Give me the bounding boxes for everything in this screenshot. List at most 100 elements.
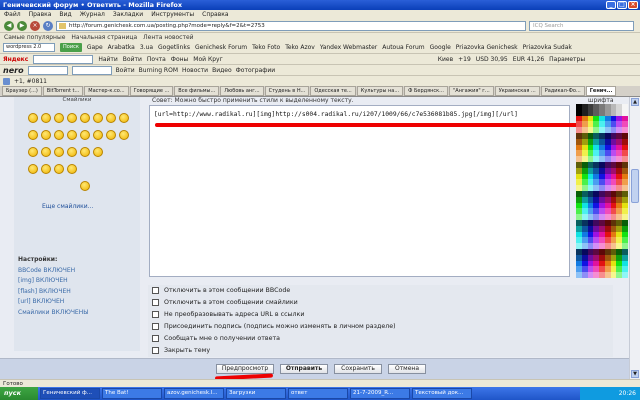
nero-search-input-2[interactable] — [71, 65, 112, 75]
tab-8[interactable]: Одесская те... — [310, 86, 356, 96]
maximize-icon[interactable]: □ — [617, 1, 627, 9]
setting-bbcode[interactable]: BBCode ВКЛЮЧЕН — [18, 266, 138, 277]
option-disable-bbcode[interactable]: Отключить в этом сообщении BBCode — [152, 287, 290, 294]
page-scrollbar[interactable]: ▲ ▼ — [629, 97, 640, 379]
yandex-themes[interactable]: Фоны — [171, 56, 189, 63]
task-thebat[interactable]: The Bat! — [102, 388, 162, 399]
checkbox[interactable] — [152, 299, 159, 306]
tab-2[interactable]: BitTorrent t... — [42, 86, 84, 96]
preview-button[interactable]: Предпросмотр — [216, 364, 274, 374]
yandex-login[interactable]: Войти — [123, 56, 142, 63]
nero-news[interactable]: Новости — [182, 67, 208, 74]
menu-help[interactable]: Справка — [202, 11, 228, 18]
checkbox[interactable] — [152, 335, 159, 342]
link-arabatka[interactable]: Arabatka — [108, 44, 135, 51]
save-button[interactable]: Сохранить — [334, 364, 382, 374]
smiley-icon[interactable] — [106, 130, 116, 140]
tab-13[interactable]: Радикал-Фо... — [540, 86, 585, 96]
checkbox[interactable] — [152, 311, 159, 318]
scroll-down-icon[interactable]: ▼ — [631, 370, 639, 378]
cancel-button[interactable]: Отмена — [388, 364, 426, 374]
post-textarea[interactable]: [url=http://www.radikal.ru][img]http://s… — [149, 105, 570, 277]
nero-photos[interactable]: Фотографии — [236, 67, 276, 74]
setting-smileys[interactable]: Смайлики ВКЛЮЧЕНЫ — [18, 308, 138, 319]
smiley-icon[interactable] — [93, 130, 103, 140]
yandex-find-button[interactable]: Найти — [98, 56, 117, 63]
smiley-icon[interactable] — [54, 113, 64, 123]
smiley-icon[interactable] — [80, 147, 90, 157]
smiley-icon[interactable] — [28, 164, 38, 174]
tab-4[interactable]: Говорящие ... — [129, 86, 174, 96]
smiley-icon[interactable] — [106, 113, 116, 123]
start-button[interactable]: пуск — [0, 387, 38, 400]
link-yandex-webmaster[interactable]: Yandex Webmaster — [320, 44, 377, 51]
smiley-icon[interactable] — [80, 113, 90, 123]
menu-view[interactable]: Вид — [59, 11, 71, 18]
link-teko-azov[interactable]: Teko Azov — [285, 44, 315, 51]
checkbox[interactable] — [152, 287, 159, 294]
smiley-icon[interactable] — [41, 130, 51, 140]
link-3ua[interactable]: 3.ua — [140, 44, 153, 51]
tab-9[interactable]: Культуры на... — [356, 86, 404, 96]
option-disable-smileys[interactable]: Отключить в этом сообщении смайлики — [152, 299, 298, 306]
link-google[interactable]: Google — [430, 44, 451, 51]
smiley-icon[interactable] — [80, 181, 90, 191]
option-notify-reply[interactable]: Сообщать мне о получении ответа — [152, 335, 280, 342]
toolbar-search-button[interactable]: Поиск — [60, 43, 82, 52]
nero-login[interactable]: Войти — [116, 67, 135, 74]
smiley-icon[interactable] — [67, 147, 77, 157]
nero-search-input[interactable] — [27, 65, 68, 75]
option-no-url-links[interactable]: Не преобразовывать адреса URL в ссылки — [152, 311, 304, 318]
smiley-icon[interactable] — [67, 113, 77, 123]
task-downloads[interactable]: Загрузки — [226, 388, 286, 399]
tab-6[interactable]: Любовь анг... — [220, 86, 264, 96]
scroll-up-icon[interactable]: ▲ — [631, 98, 639, 106]
minimize-icon[interactable]: _ — [606, 1, 616, 9]
smiley-icon[interactable] — [119, 113, 129, 123]
menu-file[interactable]: Файл — [4, 11, 21, 18]
nero-video[interactable]: Видео — [212, 67, 232, 74]
tab-10[interactable]: Ф Бердянск... — [404, 86, 448, 96]
stop-icon[interactable]: × — [30, 20, 40, 31]
scroll-thumb[interactable] — [631, 169, 639, 203]
params-button[interactable]: Параметры — [549, 56, 585, 63]
option-lock-topic[interactable]: Закрыть тему — [152, 347, 210, 354]
smiley-icon[interactable] — [80, 130, 90, 140]
smiley-icon[interactable] — [41, 164, 51, 174]
smiley-icon[interactable] — [54, 147, 64, 157]
checkbox[interactable] — [152, 347, 159, 354]
yandex-search-input[interactable] — [33, 54, 94, 64]
tab-7[interactable]: Студень в Н... — [264, 86, 310, 96]
smiley-icon[interactable] — [93, 113, 103, 123]
toolbar-search-input[interactable]: wordpress 2.0 — [3, 43, 55, 52]
color-swatch[interactable] — [622, 272, 628, 278]
bookmark-popular[interactable]: Самые популярные — [4, 34, 65, 41]
task-azov[interactable]: azov.genichesk.l... — [164, 388, 224, 399]
task-firefox[interactable]: Геничевский ф... — [40, 388, 100, 399]
reload-icon[interactable]: ↻ — [43, 20, 53, 31]
menu-bookmarks[interactable]: Закладки — [113, 11, 143, 18]
smiley-icon[interactable] — [54, 130, 64, 140]
smiley-icon[interactable] — [41, 113, 51, 123]
smiley-icon[interactable] — [28, 130, 38, 140]
tab-12[interactable]: Украинская ... — [494, 86, 540, 96]
nero-burning-rom[interactable]: Burning ROM — [139, 67, 178, 74]
smiley-icon[interactable] — [67, 164, 77, 174]
url-input[interactable]: http://forum.genichesk.com.ua/posting.ph… — [56, 20, 526, 31]
checkbox[interactable] — [152, 323, 159, 330]
search-input[interactable]: ICQ Search — [529, 20, 634, 31]
menu-edit[interactable]: Правка — [29, 11, 52, 18]
task-image[interactable]: 21-7-2009_R... — [350, 388, 410, 399]
tab-1[interactable]: Браузер (...) — [2, 86, 42, 96]
smiley-icon[interactable] — [28, 113, 38, 123]
tab-3[interactable]: Мастер-к.со... — [84, 86, 129, 96]
smiley-icon[interactable] — [67, 130, 77, 140]
link-gape[interactable]: Gape — [87, 44, 103, 51]
submit-button[interactable]: Отправить — [280, 364, 328, 374]
task-text-doc[interactable]: Текстовый док... — [412, 388, 472, 399]
more-smileys-link[interactable]: Еще смайлики... — [42, 203, 93, 210]
link-autoua-forum[interactable]: Autoua Forum — [382, 44, 424, 51]
tab-5[interactable]: Все фильмы... — [174, 86, 220, 96]
task-reply[interactable]: ответ — [288, 388, 348, 399]
forward-icon[interactable]: ▶ — [17, 20, 27, 31]
